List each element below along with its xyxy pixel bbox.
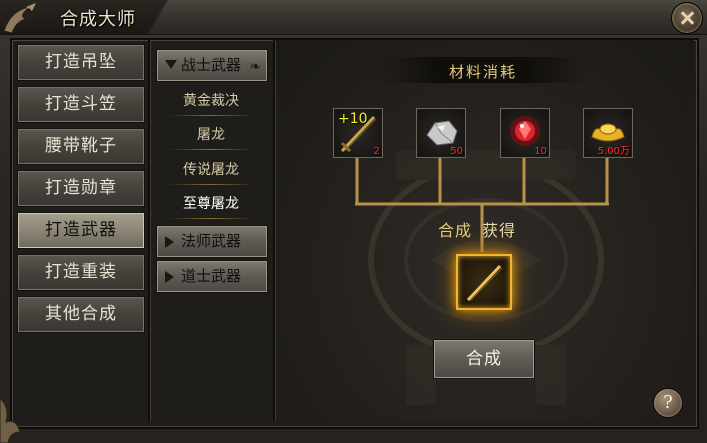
material-slot-gem[interactable]: 10 (500, 108, 550, 158)
enhance-level: +10 (338, 111, 368, 127)
collapsed-arrow-icon (165, 271, 174, 283)
subitem-label: 黄金裁决 (183, 93, 239, 109)
category-taoist-weapons[interactable]: 道士武器 (156, 260, 268, 293)
menu-item-medal[interactable]: 打造勋章 (17, 170, 145, 207)
title-bar[interactable]: 合成大师 (0, 0, 707, 35)
item-count: 10 (534, 146, 547, 157)
category-label: 道士武器 (181, 267, 242, 285)
category-label: 战士武器 (181, 56, 242, 74)
underline (168, 218, 254, 219)
close-button[interactable] (671, 2, 703, 34)
menu-item-hat[interactable]: 打造斗笠 (17, 86, 145, 123)
sword-icon (466, 264, 503, 302)
subitem-dragon-slayer[interactable]: 屠龙 (156, 120, 266, 150)
underline (168, 149, 254, 150)
result-label: 合成 获得 (438, 217, 558, 241)
menu-item-pendant[interactable]: 打造吊坠 (17, 44, 145, 81)
subitem-legend-dragon-slayer[interactable]: 传说屠龙 (156, 155, 266, 185)
underline (168, 184, 254, 185)
expanded-arrow-icon (165, 60, 177, 69)
item-count: 50 (450, 146, 463, 157)
result-slot[interactable] (456, 254, 512, 310)
collapsed-arrow-icon (165, 236, 174, 248)
synthesis-window: 合成大师 打造吊坠 打造斗笠 腰带靴子 打造勋章 打造武器 打造重装 其他合成 … (0, 0, 707, 443)
item-count: 5.00万 (597, 146, 630, 157)
left-menu: 打造吊坠 打造斗笠 腰带靴子 打造勋章 打造武器 打造重装 其他合成 (14, 40, 145, 420)
material-slot-gold[interactable]: 5.00万 (583, 108, 633, 158)
dragon-ornament-icon (3, 3, 36, 34)
underline (168, 115, 254, 116)
item-count: 2 (373, 146, 380, 157)
synthesis-text: 合成 (438, 221, 473, 240)
obtain-text: 获得 (482, 221, 517, 240)
window-title: 合成大师 (60, 9, 136, 30)
subitem-supreme-dragon-slayer[interactable]: 至尊屠龙 (156, 189, 266, 219)
category-mage-weapons[interactable]: 法师武器 (156, 225, 268, 258)
column-divider (148, 40, 150, 421)
menu-item-weapon[interactable]: 打造武器 (17, 212, 145, 249)
menu-item-other[interactable]: 其他合成 (17, 296, 145, 333)
column-divider (273, 40, 275, 421)
corner-ornament-icon (0, 397, 21, 443)
material-slot-ore[interactable]: 50 (416, 108, 466, 158)
menu-item-belt-boots[interactable]: 腰带靴子 (17, 128, 145, 165)
menu-item-armor[interactable]: 打造重装 (17, 254, 145, 291)
subitem-label: 屠龙 (197, 127, 225, 143)
ornament-icon: ❧ (249, 59, 261, 75)
subitem-label: 至尊屠龙 (183, 196, 239, 212)
help-button[interactable]: ? (653, 388, 683, 418)
category-tree: 战士武器 ❧ 黄金裁决 屠龙 传说屠龙 至尊屠龙 法师武器 道士武器 (152, 40, 270, 420)
subitem-label: 传说屠龙 (183, 162, 239, 178)
synthesize-button[interactable]: 合成 (433, 339, 535, 379)
category-warrior-weapons[interactable]: 战士武器 ❧ (156, 49, 268, 82)
synthesis-panel: 材料消耗 +10 2 50 10 5.00万 合成 获得 合成 ? (276, 40, 694, 423)
material-slot-sword[interactable]: +10 2 (333, 108, 383, 158)
category-label: 法师武器 (181, 232, 242, 250)
subitem-golden-verdict[interactable]: 黄金裁决 (156, 86, 266, 116)
